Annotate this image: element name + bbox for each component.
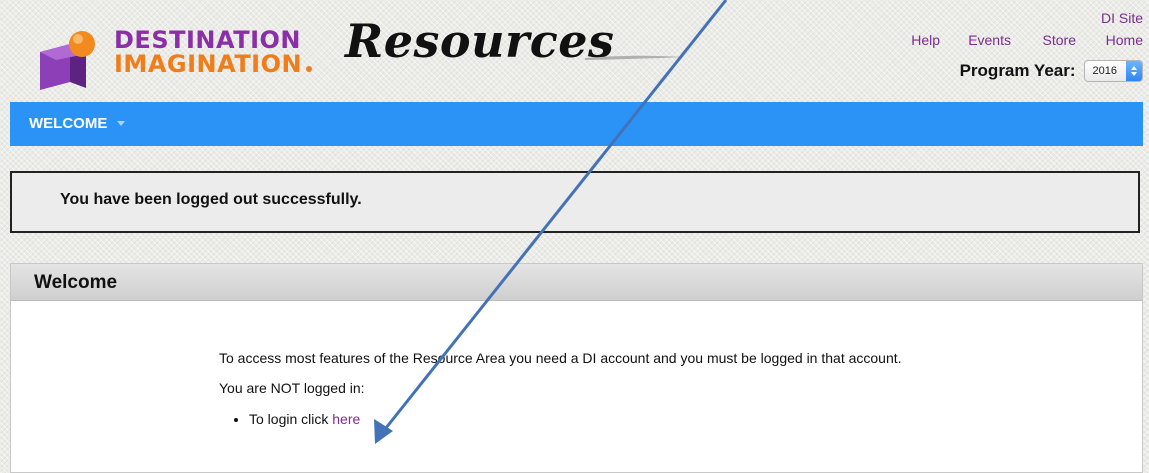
welcome-panel-body: To access most features of the Resource … [219, 348, 959, 430]
events-link[interactable]: Events [968, 32, 1011, 48]
welcome-panel-header: Welcome [11, 264, 1142, 301]
chevron-down-icon [117, 121, 126, 126]
program-year-select[interactable]: 2016 [1083, 60, 1143, 82]
logo-dot [306, 66, 312, 72]
program-year-selector: Program Year: 2016 [960, 60, 1143, 82]
welcome-panel: Welcome To access most features of the R… [10, 263, 1143, 473]
program-year-value: 2016 [1092, 65, 1117, 77]
destination-imagination-logo[interactable]: DESTINATION IMAGINATION [36, 20, 336, 90]
login-instructions-list: To login click here [219, 408, 959, 430]
logout-alert: You have been logged out successfully. [10, 171, 1140, 233]
help-link[interactable]: Help [911, 32, 940, 48]
program-year-label: Program Year: [959, 61, 1076, 80]
site-title: Resources [345, 14, 615, 68]
home-link[interactable]: Home [1106, 32, 1143, 48]
logo-text-imagination: IMAGINATION [114, 50, 303, 78]
account-info-text: To access most features of the Resource … [219, 350, 902, 366]
login-here-link[interactable]: here [332, 411, 360, 427]
main-navbar: WELCOME [10, 102, 1143, 146]
title-swoosh-decoration [585, 55, 685, 60]
login-status-text: You are NOT logged in: [219, 380, 365, 396]
nav-welcome-menu[interactable]: WELCOME [29, 115, 126, 132]
select-arrows-icon [1126, 61, 1142, 81]
logout-message: You have been logged out successfully. [60, 191, 362, 208]
login-instruction-item: To login click here [249, 408, 959, 430]
login-instruction-text: To login click [249, 411, 329, 427]
di-site-link[interactable]: DI Site [1101, 10, 1143, 26]
welcome-panel-title: Welcome [34, 272, 118, 293]
cube-sphere-icon [40, 31, 95, 90]
store-link[interactable]: Store [1043, 32, 1076, 48]
nav-welcome-label: WELCOME [29, 115, 108, 132]
